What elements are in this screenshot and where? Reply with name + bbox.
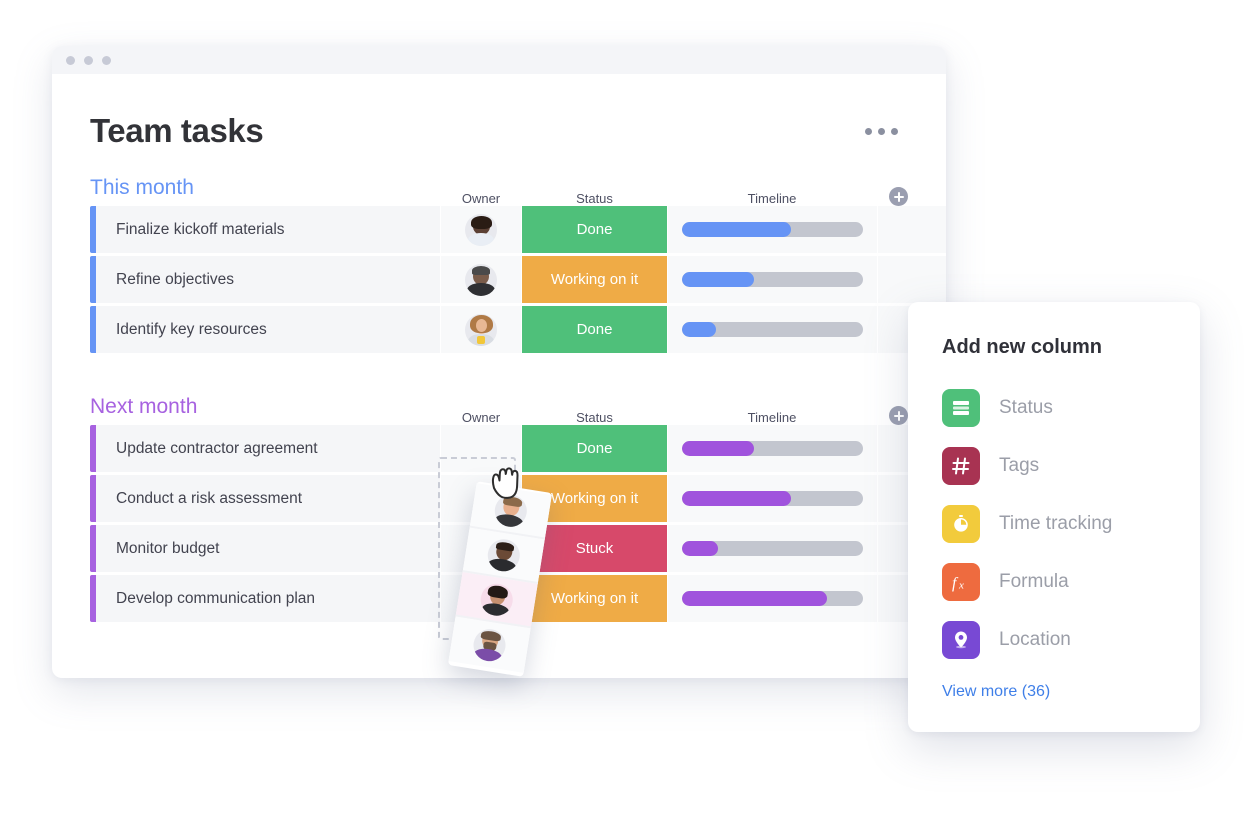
row-tail bbox=[877, 206, 946, 253]
column-header-status[interactable]: Status bbox=[522, 191, 667, 206]
add-new-column-popover: Add new column Status Tags Time tracking… bbox=[908, 302, 1200, 732]
progress-fill bbox=[682, 272, 755, 287]
popover-item-label: Status bbox=[999, 397, 1053, 418]
screenshot-stage: Team tasks This month Owner Status Timel… bbox=[0, 0, 1260, 822]
avatar bbox=[478, 580, 516, 618]
column-headers-next-month: Next month Owner Status Timeline bbox=[90, 395, 946, 425]
svg-text:x: x bbox=[958, 580, 964, 592]
kebab-dot-1 bbox=[865, 127, 872, 135]
rows-this-month: Finalize kickoff materials Done Refine o… bbox=[90, 206, 946, 353]
task-name[interactable]: Monitor budget bbox=[96, 525, 440, 572]
progress-track bbox=[682, 222, 863, 237]
avatar[interactable] bbox=[465, 263, 497, 296]
kebab-dot-2 bbox=[878, 127, 885, 135]
progress-fill bbox=[682, 491, 791, 506]
board-header: Team tasks bbox=[52, 74, 946, 150]
window-dot-3[interactable] bbox=[102, 55, 111, 65]
svg-text:f: f bbox=[952, 575, 959, 592]
timeline-cell[interactable] bbox=[667, 425, 877, 472]
avatar bbox=[471, 626, 508, 663]
location-pin-icon bbox=[942, 621, 980, 659]
add-column-button-next-month[interactable] bbox=[889, 406, 908, 425]
kebab-menu-icon[interactable] bbox=[865, 127, 898, 135]
timeline-cell[interactable] bbox=[667, 475, 877, 522]
timer-icon bbox=[942, 505, 980, 543]
popover-item-location[interactable]: Location bbox=[942, 611, 1166, 669]
hash-icon bbox=[942, 447, 980, 485]
avatar[interactable] bbox=[465, 213, 497, 246]
progress-track bbox=[682, 491, 863, 506]
window-dot-1[interactable] bbox=[66, 55, 75, 65]
popover-item-time-tracking[interactable]: Time tracking bbox=[942, 495, 1166, 553]
page-title: Team tasks bbox=[90, 112, 264, 149]
owner-cell[interactable] bbox=[440, 206, 522, 253]
view-more-link[interactable]: View more (36) bbox=[942, 683, 1166, 701]
task-name[interactable]: Identify key resources bbox=[96, 306, 440, 353]
timeline-cell[interactable] bbox=[667, 306, 877, 353]
group-this-month: This month Owner Status Timeline Finaliz… bbox=[52, 176, 946, 353]
owner-cell[interactable] bbox=[440, 306, 522, 353]
column-header-status[interactable]: Status bbox=[522, 410, 667, 425]
grab-hand-cursor bbox=[491, 467, 519, 499]
timeline-cell[interactable] bbox=[667, 206, 877, 253]
progress-fill bbox=[682, 541, 719, 556]
column-header-owner[interactable]: Owner bbox=[440, 191, 522, 206]
status-badge[interactable]: Done bbox=[522, 206, 667, 253]
task-name[interactable]: Conduct a risk assessment bbox=[96, 475, 440, 522]
owner-cell[interactable] bbox=[440, 256, 522, 303]
status-badge[interactable]: Working on it bbox=[522, 575, 667, 622]
status-badge[interactable]: Done bbox=[522, 306, 667, 353]
popover-item-formula[interactable]: f x Formula bbox=[942, 553, 1166, 611]
table-row[interactable]: Finalize kickoff materials Done bbox=[90, 206, 946, 253]
popover-item-tags[interactable]: Tags bbox=[942, 437, 1166, 495]
add-column-button-this-month[interactable] bbox=[889, 187, 908, 206]
table-row[interactable]: Refine objectives Working on it bbox=[90, 256, 946, 303]
progress-track bbox=[682, 591, 863, 606]
group-title-this-month[interactable]: This month bbox=[90, 176, 440, 200]
formula-fx-icon: f x bbox=[942, 563, 980, 601]
popover-item-label: Location bbox=[999, 629, 1071, 650]
popover-item-label: Time tracking bbox=[999, 513, 1113, 534]
popover-item-status[interactable]: Status bbox=[942, 379, 1166, 437]
column-headers-this-month: This month Owner Status Timeline bbox=[90, 176, 946, 206]
progress-track bbox=[682, 322, 863, 337]
popover-title: Add new column bbox=[942, 336, 1102, 358]
task-name[interactable]: Finalize kickoff materials bbox=[96, 206, 440, 253]
progress-track bbox=[682, 441, 863, 456]
status-badge[interactable]: Done bbox=[522, 425, 667, 472]
timeline-cell[interactable] bbox=[667, 575, 877, 622]
timeline-cell[interactable] bbox=[667, 256, 877, 303]
table-row[interactable]: Identify key resources Done bbox=[90, 306, 946, 353]
task-name[interactable]: Refine objectives bbox=[96, 256, 440, 303]
column-header-timeline[interactable]: Timeline bbox=[667, 410, 877, 425]
progress-fill bbox=[682, 322, 717, 337]
avatar[interactable] bbox=[465, 313, 497, 346]
popover-item-label: Tags bbox=[999, 455, 1040, 476]
column-header-timeline[interactable]: Timeline bbox=[667, 191, 877, 206]
avatar bbox=[485, 536, 523, 574]
status-bars-icon bbox=[942, 389, 980, 427]
progress-fill bbox=[682, 441, 755, 456]
window-titlebar bbox=[52, 46, 946, 74]
popover-item-label: Formula bbox=[999, 571, 1069, 592]
task-name[interactable]: Update contractor agreement bbox=[96, 425, 440, 472]
group-title-next-month[interactable]: Next month bbox=[90, 395, 440, 419]
row-tail bbox=[877, 256, 946, 303]
timeline-cell[interactable] bbox=[667, 525, 877, 572]
status-badge[interactable]: Working on it bbox=[522, 256, 667, 303]
progress-fill bbox=[682, 222, 791, 237]
progress-track bbox=[682, 272, 863, 287]
column-header-owner[interactable]: Owner bbox=[440, 410, 522, 425]
window-dot-2[interactable] bbox=[84, 55, 93, 65]
progress-fill bbox=[682, 591, 827, 606]
task-name[interactable]: Develop communication plan bbox=[96, 575, 440, 622]
kebab-dot-3 bbox=[891, 127, 898, 135]
progress-track bbox=[682, 541, 863, 556]
